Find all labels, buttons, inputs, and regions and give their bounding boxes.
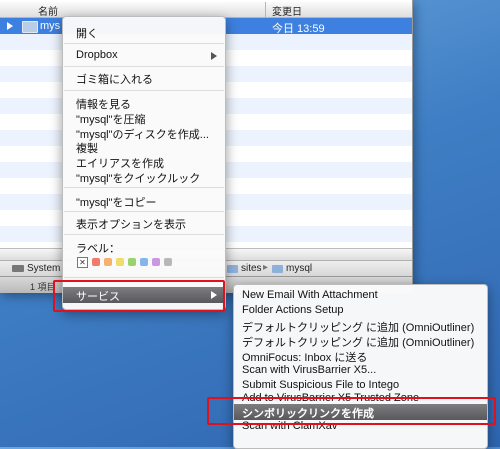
service-item[interactable]: デフォルトクリッピング に追加 (OmniOutliner) <box>234 333 487 349</box>
services-submenu: New Email With Attachment Folder Actions… <box>233 284 488 449</box>
menu-item-label: "mysql"をコピー <box>76 197 157 209</box>
service-item-label: Add to VirusBarrier X5 Trusted Zone <box>242 392 420 404</box>
service-item-label: Scan with VirusBarrier X5... <box>242 364 377 376</box>
service-item-label: New Email With Attachment <box>242 289 378 301</box>
service-item[interactable]: OmniFocus: Inbox に送る <box>234 348 487 364</box>
menu-item-quick-look[interactable]: "mysql"をクイックルック <box>63 169 225 185</box>
label-color-swatch[interactable] <box>152 258 160 266</box>
label-none-icon[interactable]: ✕ <box>77 256 88 268</box>
context-menu: 開く Dropbox ゴミ箱に入れる 情報を見る "mysql"を圧縮 "mys… <box>62 16 226 310</box>
menu-item-move-to-trash[interactable]: ゴミ箱に入れる <box>63 70 225 86</box>
disk-icon <box>12 265 24 272</box>
menu-separator <box>64 277 224 278</box>
column-separator[interactable] <box>265 2 266 17</box>
submenu-arrow-icon <box>211 291 217 299</box>
service-item[interactable]: デフォルトクリッピング に追加 (OmniOutliner) <box>234 318 487 334</box>
file-name: mys <box>40 20 61 32</box>
menu-item-label: ゴミ箱に入れる <box>76 74 153 86</box>
label-color-swatch[interactable] <box>116 258 124 266</box>
menu-item-label: サービス <box>76 291 120 303</box>
menu-item-label: ラベル： <box>76 243 120 255</box>
label-color-picker: ✕ <box>77 256 172 268</box>
path-item-sites[interactable]: sites <box>227 263 262 274</box>
label-color-swatch[interactable] <box>128 258 136 266</box>
menu-item-label: Dropbox <box>76 49 118 61</box>
path-separator-icon: ▸ <box>263 262 269 273</box>
service-item-label: Submit Suspicious File to Intego <box>242 379 400 391</box>
service-item-make-symlink[interactable]: シンボリックリンクを作成 <box>234 404 487 420</box>
folder-icon <box>22 21 38 33</box>
service-item[interactable]: Scan with ClamXav <box>234 419 487 435</box>
menu-item-get-info[interactable]: 情報を見る <box>63 95 225 111</box>
menu-separator <box>64 90 224 91</box>
menu-item-services[interactable]: サービス <box>63 287 225 303</box>
submenu-arrow-icon <box>211 52 217 60</box>
menu-separator <box>64 211 224 212</box>
menu-item-compress[interactable]: "mysql"を圧縮 <box>63 110 225 126</box>
service-item[interactable]: Scan with VirusBarrier X5... <box>234 363 487 379</box>
name-column-header[interactable]: 名前 <box>38 3 58 18</box>
folder-icon <box>227 264 238 273</box>
disclosure-triangle-icon[interactable] <box>7 22 13 30</box>
menu-separator <box>64 66 224 67</box>
path-label: mysql <box>286 263 313 274</box>
path-label: sites <box>241 263 262 274</box>
menu-item-dropbox[interactable]: Dropbox <box>63 48 225 64</box>
service-item-label: Scan with ClamXav <box>242 420 338 432</box>
menu-separator <box>64 43 224 44</box>
label-color-swatch[interactable] <box>164 258 172 266</box>
menu-item-show-view-options[interactable]: 表示オプションを表示 <box>63 215 225 231</box>
label-color-swatch[interactable] <box>92 258 100 266</box>
folder-icon <box>272 264 283 273</box>
modified-column-header[interactable]: 変更日 <box>272 3 302 18</box>
label-color-swatch[interactable] <box>104 258 112 266</box>
path-label: System <box>27 263 61 274</box>
status-text: 1 項目 <box>30 282 56 292</box>
menu-item-label: "mysql"をクイックルック <box>76 173 201 185</box>
menu-item-open[interactable]: 開く <box>63 24 225 40</box>
path-item-system[interactable]: System <box>12 263 60 274</box>
menu-item-make-alias[interactable]: エイリアスを作成 <box>63 154 225 170</box>
menu-item-duplicate[interactable]: 複製 <box>63 139 225 155</box>
menu-item-label: 表示オプションを表示 <box>76 219 186 231</box>
label-color-swatch[interactable] <box>140 258 148 266</box>
menu-item-copy[interactable]: "mysql"をコピー <box>63 193 225 209</box>
service-item[interactable]: New Email With Attachment <box>234 288 487 304</box>
menu-item-label: 開く <box>76 28 98 40</box>
menu-separator <box>64 234 224 235</box>
menu-label-heading: ラベル： <box>63 239 225 255</box>
path-item-mysql[interactable]: mysql <box>272 263 312 274</box>
service-item[interactable]: Folder Actions Setup <box>234 303 487 319</box>
menu-separator <box>64 187 224 188</box>
service-item-label: Folder Actions Setup <box>242 304 344 316</box>
